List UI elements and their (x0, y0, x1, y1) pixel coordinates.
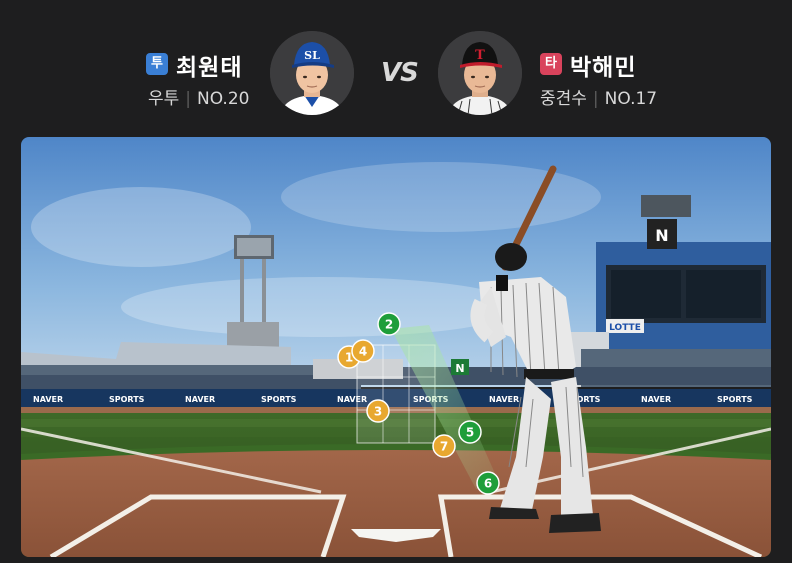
wall-ad: SPORTS (717, 395, 753, 404)
batter-number: NO.17 (604, 89, 658, 109)
scoreboard-logo: N (655, 226, 668, 245)
pitcher-meta: 우투 | NO.20 (148, 84, 249, 109)
wall-ad: NAVER (641, 395, 671, 404)
stadium-scene: N LOTTE N NAVER SPORTS NAVER SPORTS NAVER SPO… (21, 137, 771, 557)
pitch-marker-4[interactable]: 4 (351, 339, 375, 363)
pitch-marker-7[interactable]: 7 (432, 434, 456, 458)
pitch-marker-2[interactable]: 2 (377, 312, 401, 336)
batter-name[interactable]: 박해민 (570, 48, 636, 82)
wall-ad: NAVER (33, 395, 63, 404)
pitcher-role-badge: 투 (146, 53, 168, 75)
matchup-header: 투 최원태 우투 | NO.20 SL VS T 타 박해민 중견수 | NO.… (0, 0, 792, 137)
pitch-marker-label: 7 (440, 440, 448, 454)
pitcher-number: NO.20 (197, 89, 250, 109)
divider: | (185, 89, 192, 109)
vs-label: VS (381, 58, 419, 88)
batter-avatar[interactable]: T (438, 31, 522, 115)
batter-meta: 중견수 | NO.17 (540, 84, 657, 109)
pitch-marker-label: 2 (385, 318, 393, 332)
center-sign: N (455, 362, 464, 375)
pitcher-avatar[interactable]: SL (270, 31, 354, 115)
wall-ad: SPORTS (109, 395, 145, 404)
pitch-marker-label: 3 (374, 405, 382, 419)
pitch-marker-3[interactable]: 3 (366, 399, 390, 423)
pitch-marker-6[interactable]: 6 (476, 471, 500, 495)
wall-ad: NAVER (185, 395, 215, 404)
divider: | (592, 89, 599, 109)
pitcher-name[interactable]: 최원태 (176, 48, 242, 82)
pitch-tracking-field: N LOTTE N NAVER SPORTS NAVER SPORTS NAVER SPO… (21, 137, 771, 557)
batter-position: 중견수 (540, 89, 587, 109)
pitch-marker-label: 4 (359, 345, 367, 359)
scoreboard-brand: LOTTE (609, 323, 641, 333)
wall-ad: SPORTS (261, 395, 297, 404)
samsung-logo: SL (304, 49, 320, 62)
batter-role-badge: 타 (540, 53, 562, 75)
pitch-marker-5[interactable]: 5 (458, 420, 482, 444)
wall-ad: NAVER (489, 395, 519, 404)
pitch-marker-label: 5 (466, 426, 474, 440)
pitcher-handedness: 우투 (148, 89, 180, 109)
twins-logo: T (475, 48, 485, 63)
pitch-marker-label: 6 (484, 477, 492, 491)
